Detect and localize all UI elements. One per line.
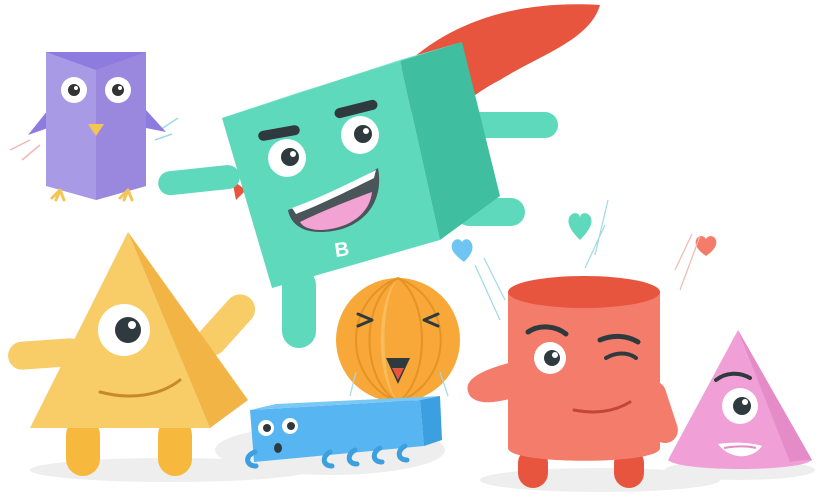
shapes-illustration: B [8,4,815,492]
cube-left-arm [158,165,240,196]
heart-icon [451,239,473,262]
cuboid-mouth [274,443,282,453]
pyramid-character [8,232,256,476]
sphere-character [336,277,460,403]
owl-left-wing [28,110,48,135]
heart-icon [568,213,592,240]
cylinder-character [467,276,678,488]
owl-prism-character [9,52,179,202]
cube-badge-letter: B [333,238,350,262]
cone-character [668,330,812,469]
